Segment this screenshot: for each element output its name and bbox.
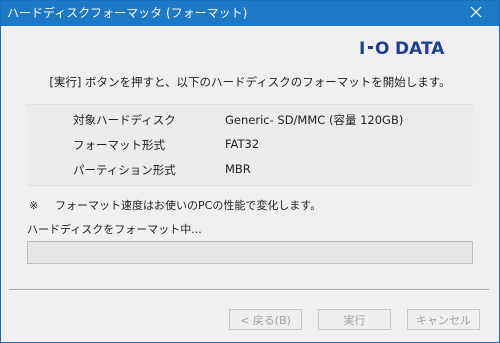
run-button[interactable]: 実行	[318, 309, 391, 330]
note-mark: ※	[29, 199, 39, 212]
target-disk-label: 対象ハードディスク	[73, 113, 176, 127]
dialog-content: I O DATA [実行] ボタンを押すと、以下のハードディスクのフォーマットを…	[1, 26, 499, 342]
svg-text:DATA: DATA	[395, 39, 445, 58]
instruction-text: [実行] ボタンを押すと、以下のハードディスクのフォーマットを開始します。	[49, 75, 451, 89]
format-progress-bar	[27, 241, 473, 264]
status-text: ハードディスクをフォーマット中...	[27, 223, 202, 236]
svg-text:I: I	[359, 39, 365, 58]
cancel-button[interactable]: キャンセル	[407, 309, 480, 330]
logo-mark: I O DATA	[359, 39, 445, 58]
target-disk-value: Generic- SD/MMC (容量 120GB)	[225, 113, 404, 127]
title-bar[interactable]: ハードディスクフォーマッタ (フォーマット)	[1, 1, 499, 26]
svg-text:O: O	[375, 39, 389, 58]
speed-note: ※ フォーマット速度はお使いのPCの性能で変化します。	[29, 197, 321, 213]
partition-type-label: パーティション形式	[73, 163, 176, 177]
dialog-window: ハードディスクフォーマッタ (フォーマット) I O DATA [実行] ボタン…	[0, 0, 500, 343]
footer-separator	[9, 289, 489, 291]
format-type-value: FAT32	[225, 137, 260, 151]
format-type-label: フォーマット形式	[73, 138, 165, 152]
info-row-partition-type: パーティション形式 MBR	[27, 159, 473, 179]
close-button[interactable]	[456, 1, 496, 22]
back-button[interactable]: < 戻る(B)	[229, 309, 302, 330]
info-row-target-disk: 対象ハードディスク Generic- SD/MMC (容量 120GB)	[27, 109, 473, 129]
io-data-logo: I O DATA	[359, 38, 463, 58]
target-info-panel: 対象ハードディスク Generic- SD/MMC (容量 120GB) フォー…	[27, 104, 473, 186]
note-text: フォーマット速度はお使いのPCの性能で変化します。	[55, 199, 322, 212]
info-row-format-type: フォーマット形式 FAT32	[27, 134, 473, 154]
close-icon	[470, 6, 482, 17]
partition-type-value: MBR	[225, 162, 251, 176]
window-title: ハードディスクフォーマッタ (フォーマット)	[7, 6, 248, 20]
